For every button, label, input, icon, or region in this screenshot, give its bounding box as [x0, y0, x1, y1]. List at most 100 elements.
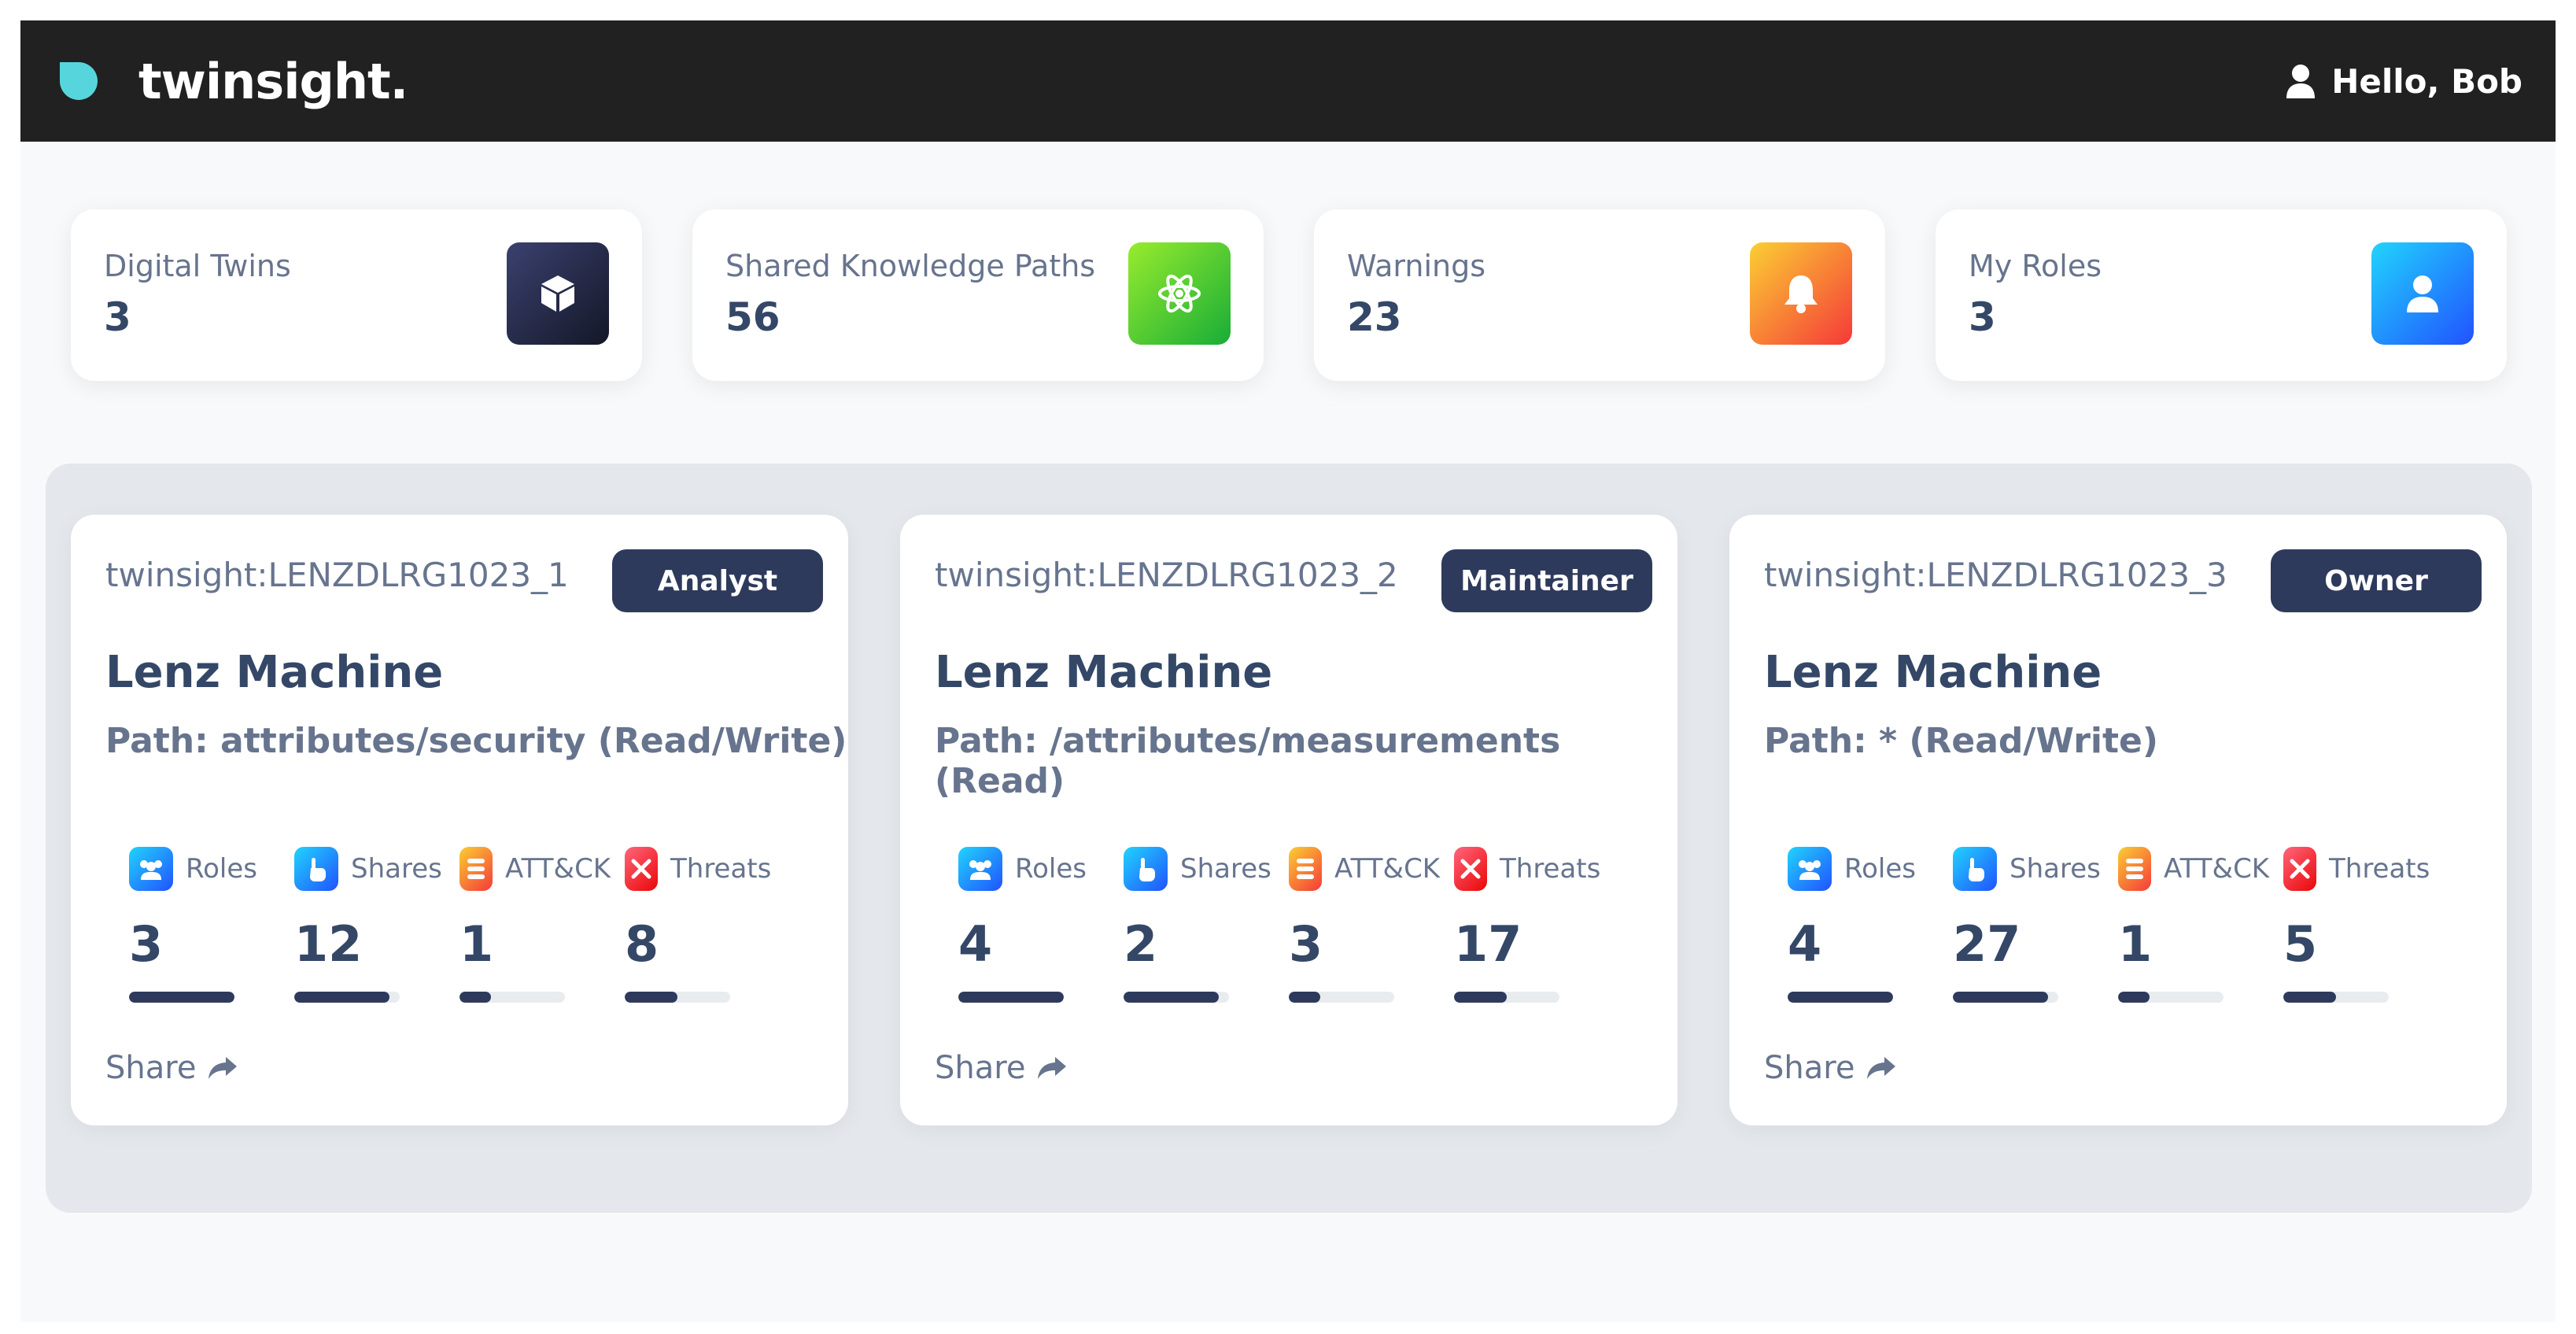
metric-label: Shares — [1180, 853, 1271, 885]
metric-label: ATT&CK — [2164, 853, 2270, 885]
progress-fill — [459, 992, 492, 1003]
progress-fill — [958, 992, 1064, 1003]
share-label: Share — [105, 1050, 197, 1086]
brand[interactable]: twinsight. — [60, 53, 408, 110]
share-link[interactable]: Share — [1764, 1050, 1897, 1086]
metric-label: Threats — [2329, 853, 2430, 885]
user-menu[interactable]: Hello, Bob — [2286, 62, 2522, 101]
progress-fill — [2118, 992, 2150, 1003]
progress-fill — [1124, 992, 1219, 1003]
metric-value: 3 — [129, 915, 164, 973]
metric-value: 27 — [1953, 915, 2021, 973]
progress-track — [2118, 992, 2224, 1003]
digital-twins-panel: twinsight:LENZDLRG1023_1 Analyst Lenz Ma… — [46, 464, 2532, 1213]
progress-track — [129, 992, 234, 1003]
progress-fill — [1788, 992, 1893, 1003]
share-label: Share — [935, 1050, 1026, 1086]
metric-roles: Roles 4 — [1788, 845, 1945, 1003]
metric-value: 3 — [1289, 915, 1323, 973]
app-frame: twinsight. Hello, Bob Digital Twins 3 Sh… — [20, 20, 2556, 1322]
share-arrow-icon — [1038, 1057, 1067, 1079]
progress-fill — [625, 992, 677, 1003]
atom-icon — [1128, 242, 1231, 345]
twin-card-1[interactable]: twinsight:LENZDLRG1023_1 Analyst Lenz Ma… — [71, 515, 848, 1125]
progress-track — [1953, 992, 2058, 1003]
metric-roles: Roles 3 — [129, 845, 286, 1003]
share-label: Share — [1764, 1050, 1855, 1086]
tools-icon — [1454, 847, 1487, 891]
users-icon — [1788, 847, 1832, 891]
users-icon — [958, 847, 1002, 891]
share-arrow-icon — [209, 1057, 238, 1079]
metric-label: Shares — [351, 853, 442, 885]
tools-icon — [625, 847, 658, 891]
stack-icon — [459, 847, 493, 891]
metric-attck: ATT&CK 1 — [459, 845, 617, 1003]
top-navbar: twinsight. Hello, Bob — [20, 20, 2556, 142]
stat-card-digital-twins[interactable]: Digital Twins 3 — [71, 209, 642, 381]
progress-track — [1788, 992, 1893, 1003]
cube-icon — [507, 242, 609, 345]
metric-label: ATT&CK — [1334, 853, 1441, 885]
progress-fill — [1289, 992, 1321, 1003]
metric-value: 2 — [1124, 915, 1158, 973]
metric-threats: Threats 8 — [625, 845, 782, 1003]
progress-track — [1124, 992, 1229, 1003]
stack-icon — [1289, 847, 1322, 891]
metric-label: Shares — [2010, 853, 2101, 885]
progress-fill — [129, 992, 234, 1003]
metric-threats: Threats 17 — [1454, 845, 1611, 1003]
tools-icon — [2283, 847, 2316, 891]
metric-shares: Shares 27 — [1953, 845, 2110, 1003]
progress-track — [294, 992, 400, 1003]
role-badge: Analyst — [612, 549, 823, 612]
twin-card-2[interactable]: twinsight:LENZDLRG1023_2 Maintainer Lenz… — [900, 515, 1677, 1125]
role-badge: Owner — [2271, 549, 2482, 612]
progress-fill — [1454, 992, 1507, 1003]
metric-roles: Roles 4 — [958, 845, 1116, 1003]
progress-track — [1454, 992, 1559, 1003]
metric-value: 4 — [958, 915, 993, 973]
metric-label: Roles — [186, 853, 257, 885]
metric-attck: ATT&CK 3 — [1289, 845, 1446, 1003]
brand-name: twinsight. — [138, 52, 408, 110]
metric-threats: Threats 5 — [2283, 845, 2441, 1003]
metric-label: Threats — [670, 853, 772, 885]
share-link[interactable]: Share — [105, 1050, 238, 1086]
twin-title: Lenz Machine — [1764, 647, 2102, 698]
twin-card-3[interactable]: twinsight:LENZDLRG1023_3 Owner Lenz Mach… — [1729, 515, 2507, 1125]
metric-value: 4 — [1788, 915, 1822, 973]
metric-value: 12 — [294, 915, 363, 973]
stat-card-my-roles[interactable]: My Roles 3 — [1936, 209, 2507, 381]
twin-path: Path: /attributes/measurements (Read) — [935, 721, 1561, 801]
twin-path: Path: attributes/security (Read/Write) — [105, 721, 847, 761]
progress-track — [625, 992, 730, 1003]
progress-track — [459, 992, 565, 1003]
metric-label: Threats — [1500, 853, 1601, 885]
user-icon — [2286, 65, 2316, 98]
progress-fill — [1953, 992, 2048, 1003]
metric-value: 8 — [625, 915, 659, 973]
twin-title: Lenz Machine — [105, 647, 444, 698]
twin-title: Lenz Machine — [935, 647, 1273, 698]
twin-id: twinsight:LENZDLRG1023_1 — [105, 556, 569, 594]
hand-pointer-icon — [1124, 847, 1168, 891]
stat-card-shared-knowledge-paths[interactable]: Shared Knowledge Paths 56 — [692, 209, 1264, 381]
share-arrow-icon — [1867, 1057, 1896, 1079]
hand-pointer-icon — [1953, 847, 1997, 891]
metric-attck: ATT&CK 1 — [2118, 845, 2275, 1003]
stats-row: Digital Twins 3 Shared Knowledge Paths 5… — [71, 209, 2507, 381]
stat-card-warnings[interactable]: Warnings 23 — [1314, 209, 1885, 381]
metric-label: Roles — [1844, 853, 1916, 885]
hand-pointer-icon — [294, 847, 338, 891]
metric-label: ATT&CK — [505, 853, 611, 885]
metric-value: 17 — [1454, 915, 1522, 973]
progress-fill — [294, 992, 389, 1003]
twin-path: Path: * (Read/Write) — [1764, 721, 2158, 761]
stack-icon — [2118, 847, 2151, 891]
share-link[interactable]: Share — [935, 1050, 1068, 1086]
twin-id: twinsight:LENZDLRG1023_3 — [1764, 556, 2227, 594]
bell-icon — [1750, 242, 1852, 345]
progress-track — [958, 992, 1064, 1003]
user-icon — [2371, 242, 2474, 345]
